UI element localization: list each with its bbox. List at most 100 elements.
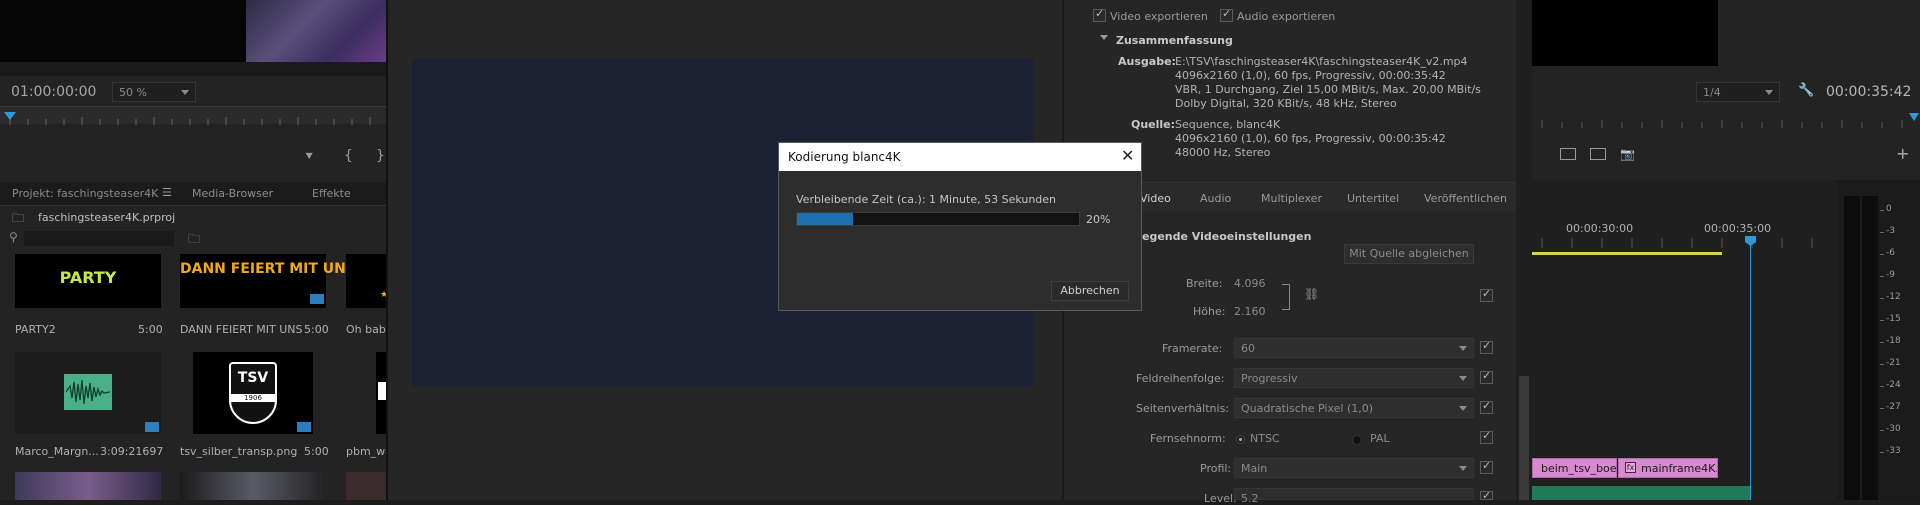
work-area-bar[interactable] — [1532, 252, 1722, 255]
mark-out-icon[interactable]: } — [376, 148, 385, 164]
clip-thumbnail: PARTY — [15, 254, 161, 308]
height-value[interactable]: 2.160 — [1234, 305, 1266, 318]
tab-publish[interactable]: Veröffentlichen — [1424, 192, 1507, 205]
sequence-badge-icon — [310, 294, 324, 304]
source-timecode[interactable]: 01:00:00:00 — [11, 84, 96, 100]
cancel-button[interactable]: Abbrechen — [1051, 281, 1129, 301]
source-line: 4096x2160 (1,0), 60 fps, Progressiv, 00:… — [1175, 132, 1446, 145]
level-dropdown[interactable]: 5.2 — [1234, 488, 1474, 505]
meter-scale-tick — [1880, 342, 1884, 343]
meter-scale-label: -27 — [1886, 402, 1901, 412]
audio-meter: 0 -3 -6 -9 -12 -15 -18 -21 -24 -27 -30 -33 — [1838, 180, 1920, 500]
match-source-button[interactable]: Mit Quelle abgleichen — [1344, 244, 1474, 264]
size-override-checkbox[interactable] — [1480, 287, 1493, 302]
tab-audio[interactable]: Audio — [1200, 192, 1231, 205]
framerate-label: Framerate: — [1162, 342, 1223, 355]
output-line: 4096x2160 (1,0), 60 fps, Progressiv, 00:… — [1175, 69, 1446, 82]
tab-project[interactable]: Projekt: faschingsteaser4K — [12, 187, 158, 200]
output-line[interactable]: E:\TSV\faschingsteaser4K\faschingsteaser… — [1175, 55, 1468, 68]
summary-heading: Zusammenfassung — [1116, 34, 1233, 47]
meter-scale-tick — [1880, 386, 1884, 387]
search-icon[interactable]: ⚲ — [9, 230, 18, 244]
marker-icon[interactable]: ⯆ — [304, 150, 314, 165]
tab-effects[interactable]: Effekte — [312, 187, 351, 200]
program-timecode[interactable]: 00:00:35:42 — [1826, 84, 1911, 100]
add-button-icon[interactable]: + — [1896, 144, 1909, 163]
meter-scale-label: -18 — [1886, 336, 1901, 346]
logo-fragment-icon — [378, 382, 386, 400]
wrench-icon[interactable]: 🔧 — [1798, 83, 1814, 98]
collapse-arrow-icon[interactable] — [1100, 35, 1108, 40]
chevron-down-icon — [1765, 90, 1773, 95]
level-checkbox[interactable] — [1480, 489, 1493, 502]
meter-scale-label: -6 — [1886, 248, 1895, 258]
timeline-audio-clip[interactable] — [1532, 486, 1750, 500]
program-resolution-value: 1/4 — [1703, 86, 1721, 99]
pal-radio[interactable] — [1352, 435, 1362, 445]
aspect-dropdown[interactable]: Quadratische Pixel (1,0) — [1234, 398, 1474, 418]
scrollbar-thumb[interactable] — [1519, 376, 1529, 500]
dialog-titlebar[interactable]: Kodierung blanc4K ✕ — [779, 143, 1141, 171]
ntsc-radio[interactable] — [1236, 435, 1245, 444]
framerate-checkbox[interactable] — [1480, 339, 1493, 354]
meter-scale-label: -33 — [1886, 446, 1901, 456]
panel-menu-icon[interactable]: ☰ — [162, 186, 172, 199]
program-playhead-icon[interactable] — [1909, 113, 1919, 121]
search-input[interactable] — [24, 231, 174, 246]
source-monitor-divider — [0, 62, 386, 76]
program-ruler-ticks — [1541, 113, 1919, 128]
field-order-checkbox[interactable] — [1480, 369, 1493, 384]
fx-badge-icon: fx — [1625, 462, 1636, 473]
link-bracket — [1282, 284, 1290, 310]
meter-scale-tick — [1880, 364, 1884, 365]
source-zoom-dropdown[interactable]: 50 % — [112, 82, 196, 102]
meter-scale-tick — [1880, 430, 1884, 431]
export-scrollbar[interactable] — [1516, 0, 1532, 500]
aspect-checkbox[interactable] — [1480, 399, 1493, 414]
tab-media-browser[interactable]: Media-Browser — [192, 187, 273, 200]
camera-icon[interactable]: 📷 — [1620, 147, 1635, 161]
profile-dropdown[interactable]: Main — [1234, 458, 1474, 478]
tsv-logo-text: TSV — [237, 370, 269, 386]
ruler-ticks — [4, 112, 371, 125]
playhead-icon[interactable] — [4, 112, 16, 120]
field-order-dropdown[interactable]: Progressiv — [1234, 368, 1474, 388]
project-file-name: faschingsteaser4K.prproj — [38, 211, 176, 224]
timeline-ruler-ticks — [1541, 238, 1813, 248]
framerate-dropdown[interactable]: 60 — [1234, 338, 1474, 358]
close-icon[interactable]: ✕ — [1121, 146, 1134, 165]
output-line: VBR, 1 Durchgang, Ziel 15,00 MBit/s, Max… — [1175, 83, 1481, 96]
source-time-ruler[interactable] — [0, 106, 386, 125]
timeline-playhead[interactable] — [1750, 240, 1751, 500]
project-search-bar: ⚲ 🗀 — [0, 228, 386, 250]
clip-thumbnail-partial[interactable] — [346, 472, 386, 500]
mark-in-icon[interactable]: { — [344, 148, 353, 164]
timeline-clip[interactable]: fx mainframe4K.p — [1618, 458, 1718, 478]
meter-scale-tick — [1880, 232, 1884, 233]
profile-checkbox[interactable] — [1480, 459, 1493, 474]
video-export-checkbox[interactable] — [1093, 7, 1106, 22]
tv-standard-checkbox[interactable] — [1480, 429, 1493, 444]
framerate-value: 60 — [1241, 342, 1255, 355]
new-bin-icon[interactable]: 🗀 — [188, 230, 200, 251]
audio-export-checkbox[interactable] — [1220, 7, 1233, 22]
program-time-ruler[interactable] — [1532, 112, 1920, 128]
clip-name: Marco_Margn... — [15, 445, 99, 458]
tab-captions[interactable]: Untertitel — [1347, 192, 1399, 205]
meter-scale-tick — [1880, 408, 1884, 409]
sequence-badge-icon — [145, 422, 159, 432]
meter-scale-label: -24 — [1886, 380, 1901, 390]
tab-video[interactable]: Video — [1140, 192, 1171, 205]
source-monitor-image — [246, 0, 386, 62]
extract-icon[interactable] — [1590, 148, 1606, 160]
timeline-clip[interactable]: beim_tsv_boe — [1532, 458, 1617, 478]
lift-icon[interactable] — [1560, 148, 1576, 160]
width-value[interactable]: 4.096 — [1234, 277, 1266, 290]
source-label: Quelle: — [1131, 118, 1176, 131]
dialog-title: Kodierung blanc4K — [788, 150, 901, 164]
clip-thumbnail-party-photo[interactable] — [15, 472, 161, 500]
clip-thumbnail-crowd-photo[interactable] — [180, 472, 326, 500]
link-icon[interactable]: ⛓ — [1304, 287, 1319, 301]
tab-multiplexer[interactable]: Multiplexer — [1261, 192, 1322, 205]
program-resolution-dropdown[interactable]: 1/4 — [1696, 82, 1780, 102]
